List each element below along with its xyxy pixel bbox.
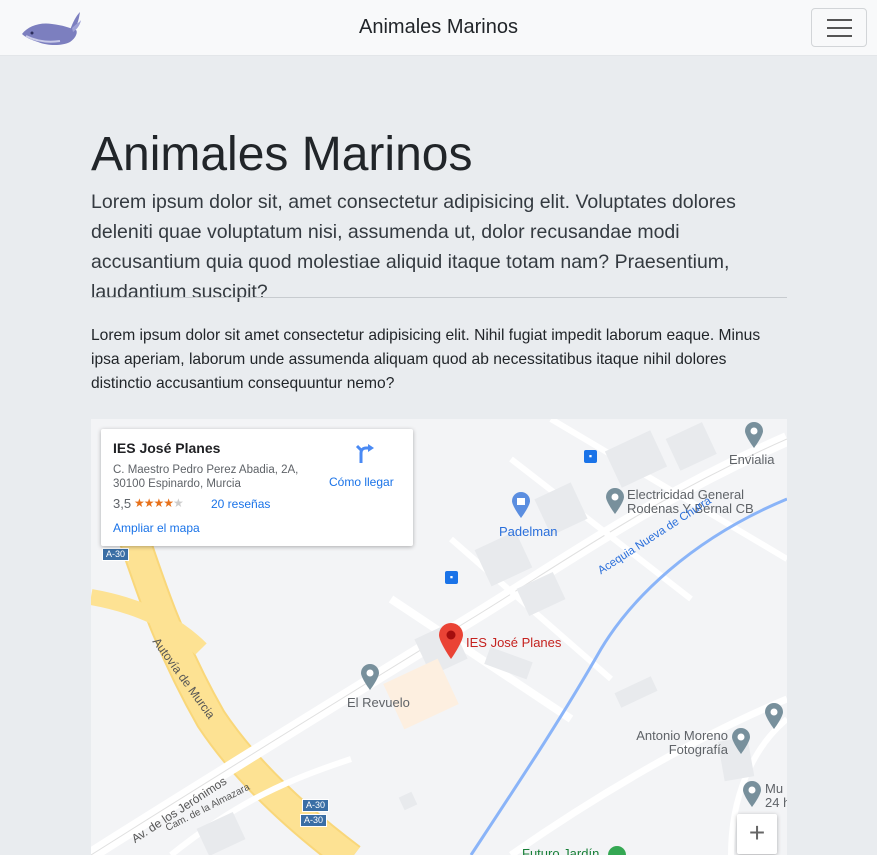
poi-label-mu[interactable]: Mu 24 h — [765, 782, 787, 810]
poi-label-envialia[interactable]: Envialia — [729, 452, 775, 467]
poi-label-mu-line1: Mu — [765, 781, 784, 796]
reviews-link[interactable]: 20 reseñas — [211, 497, 270, 511]
divider — [91, 297, 787, 298]
marker-label[interactable]: IES José Planes — [466, 635, 561, 650]
body-paragraph: Lorem ipsum dolor sit amet consectetur a… — [91, 327, 761, 392]
poi-label-antonio-line1: Antonio Moreno — [636, 728, 728, 743]
embedded-map[interactable]: Envialia Electricidad General Rodenas Y … — [91, 419, 787, 855]
rating-stars: ★★★★★ — [134, 496, 184, 510]
park-pin-icon[interactable] — [607, 845, 627, 855]
poi-label-mu-line2: 24 h — [765, 795, 787, 810]
navbar-toggler-button[interactable] — [811, 8, 867, 47]
hamburger-menu-icon — [827, 19, 852, 21]
hamburger-line — [827, 35, 852, 37]
shopping-bag-icon[interactable] — [510, 491, 532, 519]
place-name: IES José Planes — [113, 440, 221, 456]
poi-label-revuelo[interactable]: El Revuelo — [347, 695, 410, 710]
zoom-in-button[interactable]: + — [737, 814, 777, 854]
poi-label-futuro-jardin[interactable]: Futuro Jardín — [522, 846, 599, 855]
half-star-icon: ★ — [163, 496, 174, 510]
place-address: C. Maestro Pedro Perez Abadia, 2A, 30100… — [113, 464, 299, 490]
bus-stop-icon[interactable]: ▪ — [445, 571, 458, 584]
highway-shield: A-30 — [300, 814, 328, 827]
antonio-pin-icon[interactable] — [730, 727, 752, 755]
hamburger-line — [827, 27, 852, 29]
star-icon: ★★★ — [134, 496, 164, 510]
navbar-title[interactable]: Animales Marinos — [0, 16, 877, 39]
enlarge-map-link[interactable]: Ampliar el mapa — [113, 521, 200, 535]
navbar: Animales Marinos — [0, 0, 877, 56]
mu-pin-icon[interactable] — [741, 780, 763, 808]
rating-value: 3,5 — [113, 496, 132, 511]
poi-label-antonio-line2: Fotografía — [668, 742, 728, 757]
directions-link[interactable]: Cómo llegar — [329, 475, 394, 489]
empty-star-icon: ★ — [173, 496, 184, 510]
poi-label-padelman[interactable]: Padelman — [499, 524, 558, 539]
page-title: Animales Marinos — [91, 128, 473, 181]
directions-icon[interactable] — [354, 441, 378, 465]
envialia-pin-icon[interactable] — [743, 421, 765, 449]
place-info-card: IES José Planes C. Maestro Pedro Perez A… — [101, 429, 413, 546]
poi-label-antonio[interactable]: Antonio Moreno Fotografía — [628, 729, 728, 757]
lead-paragraph: Lorem ipsum dolor sit, amet consectetur … — [91, 191, 736, 303]
poi-label-electricidad-line1: Electricidad General — [627, 487, 745, 502]
bus-stop-icon[interactable]: ▪ — [584, 450, 597, 463]
electricidad-pin-icon[interactable] — [604, 487, 626, 515]
highway-shield: A-30 — [302, 799, 330, 812]
poi-pin-icon[interactable] — [763, 702, 785, 730]
highway-shield: A-30 — [102, 548, 130, 561]
el-revuelo-pin-icon[interactable] — [359, 663, 381, 691]
location-marker-icon[interactable] — [437, 622, 465, 660]
